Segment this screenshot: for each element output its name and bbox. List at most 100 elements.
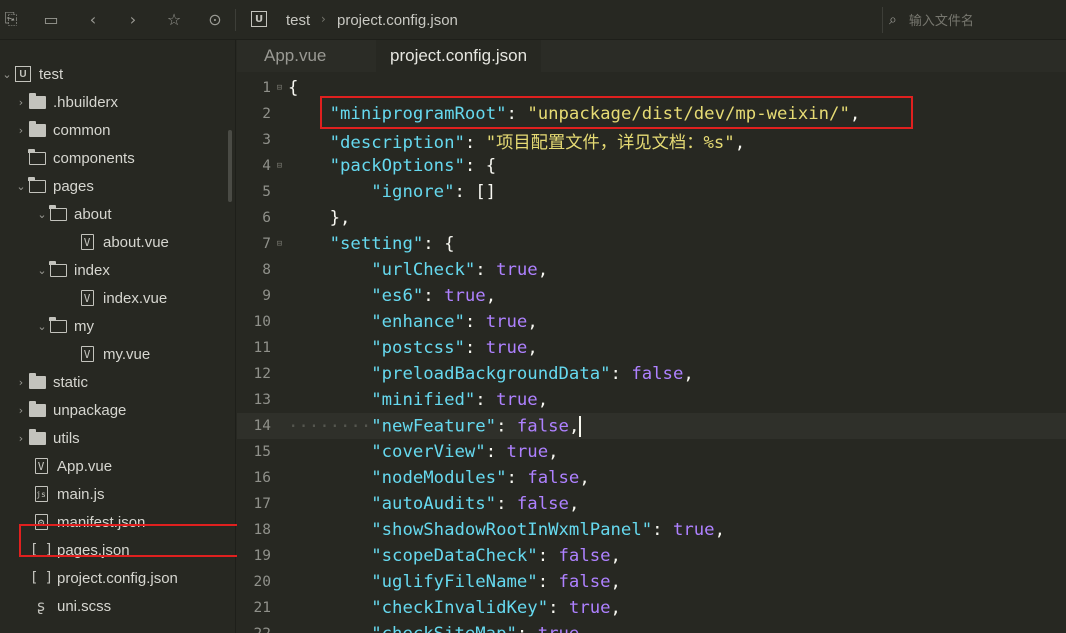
tree-label: pages	[53, 177, 94, 195]
tree-label: about.vue	[103, 233, 169, 251]
code-line[interactable]: 17 "autoAudits": false,	[237, 491, 1066, 517]
code-area[interactable]: 1 ⊟{2 "miniprogramRoot": "unpackage/dist/…	[237, 75, 1066, 633]
code-line[interactable]: 15 "coverView": true,	[237, 439, 1066, 465]
code-text: "showShadowRootInWxmlPanel": true,	[371, 520, 725, 540]
tree-folder-pages[interactable]: ⌄ pages	[14, 172, 94, 200]
tree-label: project.config.json	[57, 569, 178, 587]
tree-label: main.js	[57, 485, 105, 503]
text-cursor	[579, 415, 582, 437]
code-text: "uglifyFileName": false,	[371, 572, 621, 592]
folder-icon	[28, 372, 46, 390]
tree-folder-unpackage[interactable]: › unpackage	[14, 396, 126, 424]
chevron-down-icon[interactable]: ⌄	[0, 68, 14, 81]
tree-label: index.vue	[103, 289, 168, 307]
tree-label: about	[74, 205, 112, 223]
line-number: 21	[253, 600, 271, 616]
tree-project-test[interactable]: ⌄ U test	[0, 60, 63, 88]
line-number: 11	[253, 340, 271, 356]
file-search-input[interactable]	[908, 12, 1059, 28]
tree-label: test	[39, 65, 64, 83]
chevron-right-icon[interactable]: ›	[14, 432, 28, 445]
fold-toggle-icon[interactable]: ⊟	[271, 161, 288, 171]
chevron-right-icon[interactable]: ›	[14, 96, 28, 109]
code-line[interactable]: 7 ⊟ "setting": {	[237, 231, 1066, 257]
tree-file-main-js[interactable]: js main.js	[32, 480, 105, 508]
fold-toggle-icon[interactable]: ⊟	[271, 83, 288, 93]
star-icon[interactable]: ☆	[163, 8, 185, 30]
code-line[interactable]: 3 "description": "项目配置文件，详见文档：%s",	[237, 127, 1066, 153]
tree-folder-my[interactable]: ⌄ my	[35, 312, 94, 340]
chevron-down-icon[interactable]: ⌄	[35, 264, 49, 277]
tree-folder-hbuilderx[interactable]: › .hbuilderx	[14, 88, 118, 116]
code-line[interactable]: 13 "minified": true,	[237, 387, 1066, 413]
code-text: "nodeModules": false,	[371, 468, 590, 488]
chevron-down-icon[interactable]: ⌄	[35, 208, 49, 221]
sidebar-scrollbar[interactable]	[228, 130, 232, 202]
line-number: 16	[253, 470, 271, 486]
line-number: 22	[237, 626, 271, 633]
tree-folder-static[interactable]: › static	[14, 368, 88, 396]
code-line[interactable]: 8 "urlCheck": true,	[237, 257, 1066, 283]
code-text: "checkInvalidKey": true,	[371, 598, 621, 618]
tree-folder-common[interactable]: › common	[14, 116, 111, 144]
chevron-right-icon[interactable]: ›	[14, 376, 28, 389]
code-text: "minified": true,	[371, 390, 549, 410]
tab-project-config-json[interactable]: project.config.json	[376, 40, 542, 72]
tree-folder-about[interactable]: ⌄ about	[35, 200, 112, 228]
tree-file-index-vue[interactable]: V index.vue	[78, 284, 167, 312]
folder-icon	[28, 400, 46, 418]
fold-toggle-icon[interactable]: ⊟	[271, 239, 288, 249]
save-icon[interactable]: ▭	[40, 8, 62, 30]
tree-file-my-vue[interactable]: V my.vue	[78, 340, 150, 368]
breadcrumb-separator-icon: ›	[321, 12, 326, 26]
chevron-down-icon[interactable]: ⌄	[14, 180, 28, 193]
vue-file-icon: V	[32, 458, 50, 474]
code-line[interactable]: 12 "preloadBackgroundData": false,	[237, 361, 1066, 387]
tree-label: static	[53, 373, 89, 391]
run-icon[interactable]: ⊙	[204, 8, 226, 30]
code-text: "checkSiteMap": true,	[288, 624, 590, 633]
forward-icon[interactable]: ›	[122, 8, 144, 30]
chevron-right-icon[interactable]: ›	[14, 404, 28, 417]
code-text: ········"newFeature": false,	[288, 415, 582, 437]
code-line[interactable]: 14 ········"newFeature": false,	[237, 413, 1066, 439]
tree-file-project-config-json[interactable]: [ ] project.config.json	[30, 564, 178, 592]
code-line[interactable]: 4 ⊟ "packOptions": {	[237, 153, 1066, 179]
code-line[interactable]: 11 "postcss": true,	[237, 335, 1066, 361]
chevron-down-icon[interactable]: ⌄	[35, 320, 49, 333]
tree-folder-components[interactable]: components	[14, 144, 135, 172]
code-text: {	[288, 78, 299, 98]
folder-icon	[28, 92, 46, 110]
line-number: 2	[262, 106, 271, 122]
code-line[interactable]: 6 },	[237, 205, 1066, 231]
code-line[interactable]: 20 "uglifyFileName": false,	[237, 569, 1066, 595]
code-line[interactable]: 21 "checkInvalidKey": true,	[237, 595, 1066, 621]
tree-file-uni-scss[interactable]: ʂ uni.scss	[32, 592, 111, 620]
code-line[interactable]: 9 "es6": true,	[237, 283, 1066, 309]
line-number: 14	[253, 418, 271, 434]
tree-file-about-vue[interactable]: V about.vue	[78, 228, 169, 256]
code-text: "packOptions": {	[329, 156, 497, 176]
chevron-right-icon[interactable]: ›	[14, 124, 28, 137]
tree-folder-utils[interactable]: › utils	[14, 424, 80, 452]
code-line[interactable]: 16 "nodeModules": false,	[237, 465, 1066, 491]
code-line[interactable]: 18 "showShadowRootInWxmlPanel": true,	[237, 517, 1066, 543]
code-line[interactable]: 22 "checkSiteMap": true,	[237, 621, 1066, 633]
new-file-icon[interactable]: ⎘	[0, 8, 22, 30]
code-text: "es6": true,	[371, 286, 497, 306]
breadcrumb-file[interactable]: project.config.json	[337, 0, 458, 40]
tree-label: App.vue	[57, 457, 113, 475]
code-text: "scopeDataCheck": false,	[371, 546, 621, 566]
tree-file-app-vue[interactable]: V App.vue	[32, 452, 112, 480]
back-icon[interactable]: ‹	[82, 8, 104, 30]
code-line[interactable]: 19 "scopeDataCheck": false,	[237, 543, 1066, 569]
code-text: "ignore": []	[371, 182, 497, 202]
code-text: "enhance": true,	[371, 312, 538, 332]
tab-app-vue[interactable]: App.vue	[250, 40, 340, 72]
breadcrumb-project[interactable]: test	[286, 0, 310, 40]
code-text: "setting": {	[329, 234, 455, 254]
project-icon: U	[14, 66, 32, 82]
code-line[interactable]: 10 "enhance": true,	[237, 309, 1066, 335]
tree-folder-index[interactable]: ⌄ index	[35, 256, 110, 284]
code-line[interactable]: 5 "ignore": []	[237, 179, 1066, 205]
